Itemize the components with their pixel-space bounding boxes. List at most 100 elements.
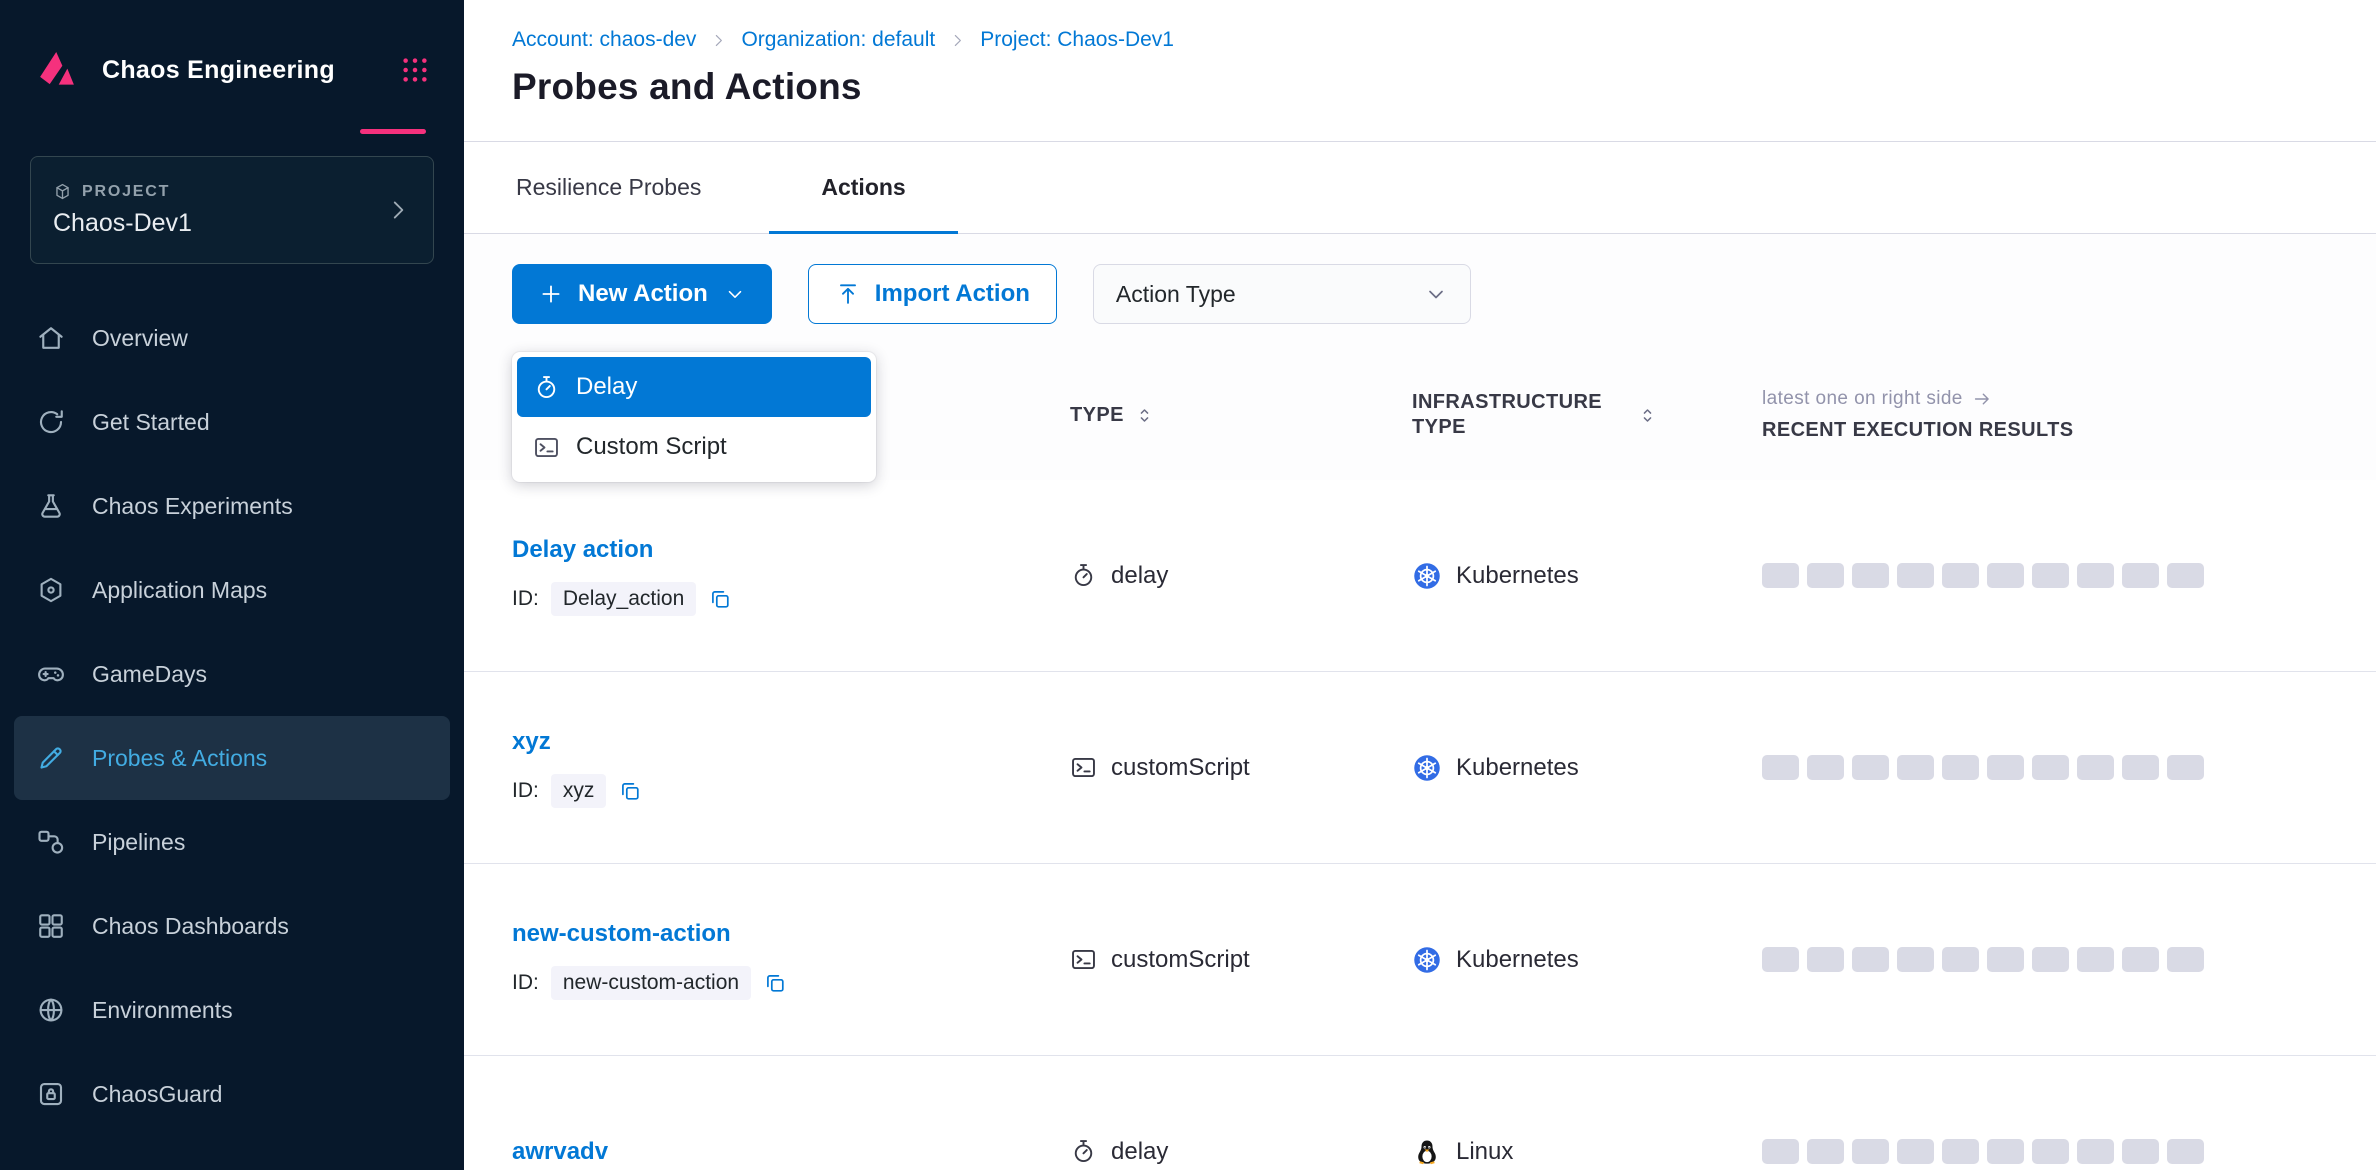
new-action-button[interactable]: New Action [512, 264, 772, 324]
breadcrumb-link[interactable]: Organization: default [741, 28, 935, 52]
execution-result-placeholder [1942, 755, 1979, 780]
copy-icon[interactable] [618, 779, 642, 803]
project-label: PROJECT [82, 183, 170, 201]
sidebar-item-chaos-experiments[interactable]: Chaos Experiments [0, 464, 464, 548]
breadcrumb: Account: chaos-dev Organization: default P… [512, 28, 2328, 52]
results-note-label: latest one on right side [1762, 388, 1963, 410]
id-label: ID: [512, 779, 539, 803]
type-header-label: TYPE [1070, 404, 1124, 427]
execution-result-placeholder [1897, 755, 1934, 780]
execution-result-placeholder [1852, 755, 1889, 780]
action-type-label: delay [1111, 562, 1168, 590]
sidebar-item-environments[interactable]: Environments [0, 968, 464, 1052]
chevron-right-icon [385, 197, 411, 223]
breadcrumb-link[interactable]: Project: Chaos-Dev1 [980, 28, 1174, 52]
action-name-link[interactable]: new-custom-action [512, 920, 731, 948]
sidebar-item-label: Application Maps [92, 577, 267, 604]
sidebar: Chaos Engineering PROJECT Chaos-Dev1 Ove… [0, 0, 464, 1170]
pipeline-icon [36, 827, 66, 857]
action-name-link[interactable]: xyz [512, 728, 551, 756]
sidebar-item-label: GameDays [92, 661, 207, 688]
action-name-link[interactable]: awrvadv [512, 1138, 608, 1166]
execution-result-placeholder [1852, 563, 1889, 588]
action-row: new-custom-actionID:new-custom-action cus… [464, 864, 2376, 1056]
module-grid-icon[interactable] [400, 55, 430, 85]
infrastructure-cell: Kubernetes [1412, 753, 1762, 783]
sidebar-item-label: Overview [92, 325, 188, 352]
column-header-infrastructure[interactable]: INFRASTRUCTURE TYPE [1412, 390, 1762, 440]
breadcrumb-link[interactable]: Account: chaos-dev [512, 28, 696, 52]
chaos-logo-icon[interactable] [34, 47, 80, 93]
sidebar-item-gamedays[interactable]: GameDays [0, 632, 464, 716]
infrastructure-cell: Kubernetes [1412, 561, 1762, 591]
execution-result-placeholder [1807, 563, 1844, 588]
sidebar-item-label: Chaos Experiments [92, 493, 293, 520]
actions-table-body: Delay actionID:Delay_actiondelayKubernet… [464, 480, 2376, 1170]
execution-result-placeholder [2032, 947, 2069, 972]
execution-result-placeholder [2122, 755, 2159, 780]
execution-result-placeholder [1762, 563, 1799, 588]
execution-result-placeholder [2077, 563, 2114, 588]
menu-item-delay[interactable]: Delay [517, 357, 871, 417]
recent-executions-cell [1762, 947, 2336, 972]
results-header-label: RECENT EXECUTION RESULTS [1762, 419, 2336, 442]
column-header-type[interactable]: TYPE [1070, 404, 1412, 427]
project-selector[interactable]: PROJECT Chaos-Dev1 [30, 156, 434, 264]
sidebar-item-chaosguard[interactable]: ChaosGuard [0, 1052, 464, 1136]
execution-result-placeholder [1762, 947, 1799, 972]
action-name-cell: new-custom-actionID:new-custom-action [512, 920, 1070, 1000]
action-type-cell: customScript [1070, 946, 1412, 974]
environment-icon [36, 995, 66, 1025]
action-id-chip: xyz [551, 774, 607, 808]
execution-result-placeholder [2122, 563, 2159, 588]
sidebar-item-label: Pipelines [92, 829, 185, 856]
action-type-label: customScript [1111, 946, 1250, 974]
infrastructure-header-label: INFRASTRUCTURE TYPE [1412, 390, 1627, 440]
chevron-down-icon [1424, 282, 1448, 306]
sidebar-item-probes-actions[interactable]: Probes & Actions [14, 716, 450, 800]
toolbar: New Action Import Action Action Type [464, 234, 2376, 350]
execution-result-placeholder [2122, 1139, 2159, 1164]
execution-result-placeholder [2167, 1139, 2204, 1164]
execution-result-placeholder [2167, 563, 2204, 588]
sidebar-item-chaos-dashboards[interactable]: Chaos Dashboards [0, 884, 464, 968]
tab-resilience-probes[interactable]: Resilience Probes [464, 142, 753, 233]
execution-result-placeholder [1897, 1139, 1934, 1164]
menu-item-label: Custom Script [576, 433, 727, 461]
infrastructure-label: Kubernetes [1456, 946, 1579, 974]
tab-actions[interactable]: Actions [769, 142, 957, 233]
main-content: Account: chaos-dev Organization: default P… [464, 0, 2376, 1170]
gamepad-icon [36, 659, 66, 689]
results-note: latest one on right side [1762, 388, 2336, 410]
stopwatch-icon [1070, 562, 1097, 589]
copy-icon[interactable] [708, 587, 732, 611]
infrastructure-label: Linux [1456, 1138, 1513, 1166]
execution-result-placeholder [1852, 1139, 1889, 1164]
sidebar-item-get-started[interactable]: Get Started [0, 380, 464, 464]
action-type-filter[interactable]: Action Type [1093, 264, 1471, 324]
kubernetes-icon [1412, 561, 1442, 591]
upload-icon [835, 281, 861, 307]
sidebar-item-overview[interactable]: Overview [0, 296, 464, 380]
sidebar-item-application-maps[interactable]: Application Maps [0, 548, 464, 632]
arrow-right-icon [1972, 389, 1992, 409]
plus-icon [538, 281, 564, 307]
import-action-button[interactable]: Import Action [808, 264, 1057, 324]
execution-result-placeholder [1807, 755, 1844, 780]
import-action-label: Import Action [875, 280, 1030, 308]
brand-title: Chaos Engineering [102, 56, 378, 85]
sidebar-item-pipelines[interactable]: Pipelines [0, 800, 464, 884]
recent-executions-cell [1762, 1139, 2336, 1164]
action-name-link[interactable]: Delay action [512, 536, 653, 564]
execution-result-placeholder [1987, 947, 2024, 972]
infrastructure-label: Kubernetes [1456, 562, 1579, 590]
execution-result-placeholder [2032, 563, 2069, 588]
execution-result-placeholder [1807, 947, 1844, 972]
copy-icon[interactable] [763, 971, 787, 995]
execution-result-placeholder [2167, 755, 2204, 780]
project-name: Chaos-Dev1 [53, 209, 192, 238]
action-row: awrvadvdelayLinux [464, 1056, 2376, 1170]
kubernetes-icon [1412, 945, 1442, 975]
menu-item-custom-script[interactable]: Custom Script [517, 417, 871, 477]
sidebar-nav: Overview Get Started Chaos Experiments Appl… [0, 296, 464, 1136]
